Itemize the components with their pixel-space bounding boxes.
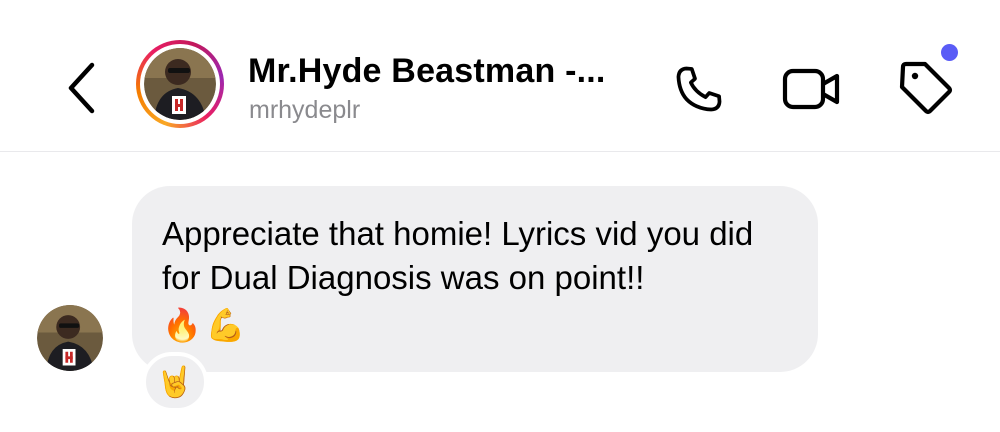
avatar [144,48,216,120]
message-reaction[interactable]: 🤘 [142,352,208,412]
video-camera-icon [782,68,840,110]
message-text: Appreciate that homie! Lyrics vid you di… [162,215,754,296]
contact-username[interactable]: mrhydeplr [249,96,360,125]
audio-call-button[interactable] [666,58,732,120]
message-emojis: 🔥💪 [162,307,250,343]
label-tag-button[interactable] [892,54,958,120]
contact-name[interactable]: Mr.Hyde Beastman -... [248,52,606,91]
video-call-button[interactable] [776,58,848,120]
message-bubble[interactable]: Appreciate that homie! Lyrics vid you di… [132,186,818,372]
tag-icon [899,61,953,115]
profile-avatar-story-ring[interactable] [136,40,224,128]
chevron-left-icon [68,62,95,114]
sender-avatar[interactable] [37,305,103,371]
chat-screen: Mr.Hyde Beastman -... mrhydeplr Apprecia… [0,0,1000,432]
chat-header: Mr.Hyde Beastman -... mrhydeplr [0,0,1000,152]
phone-icon [676,66,722,112]
back-button[interactable] [58,58,106,118]
notification-dot [941,44,958,61]
